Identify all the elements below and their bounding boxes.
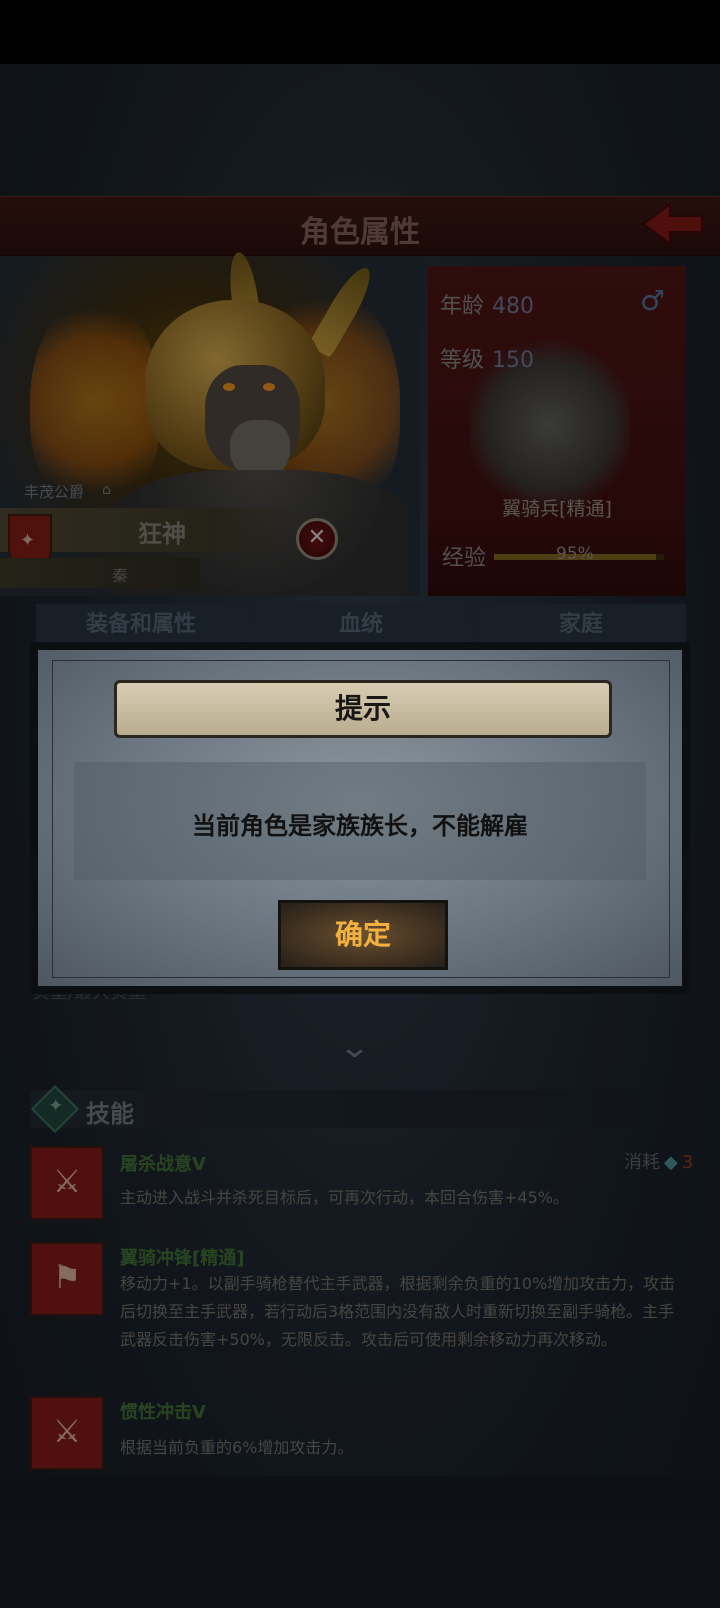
alert-dialog: 提示 当前角色是家族族长，不能解雇 确定 bbox=[30, 642, 690, 994]
dialog-panel: 提示 当前角色是家族族长，不能解雇 确定 bbox=[38, 650, 682, 986]
dialog-title: 提示 bbox=[114, 680, 612, 738]
status-bar bbox=[0, 0, 720, 64]
dialog-message: 当前角色是家族族长，不能解雇 bbox=[192, 812, 528, 840]
dialog-message-box: 当前角色是家族族长，不能解雇 bbox=[74, 762, 646, 880]
confirm-button[interactable]: 确定 bbox=[278, 900, 448, 970]
